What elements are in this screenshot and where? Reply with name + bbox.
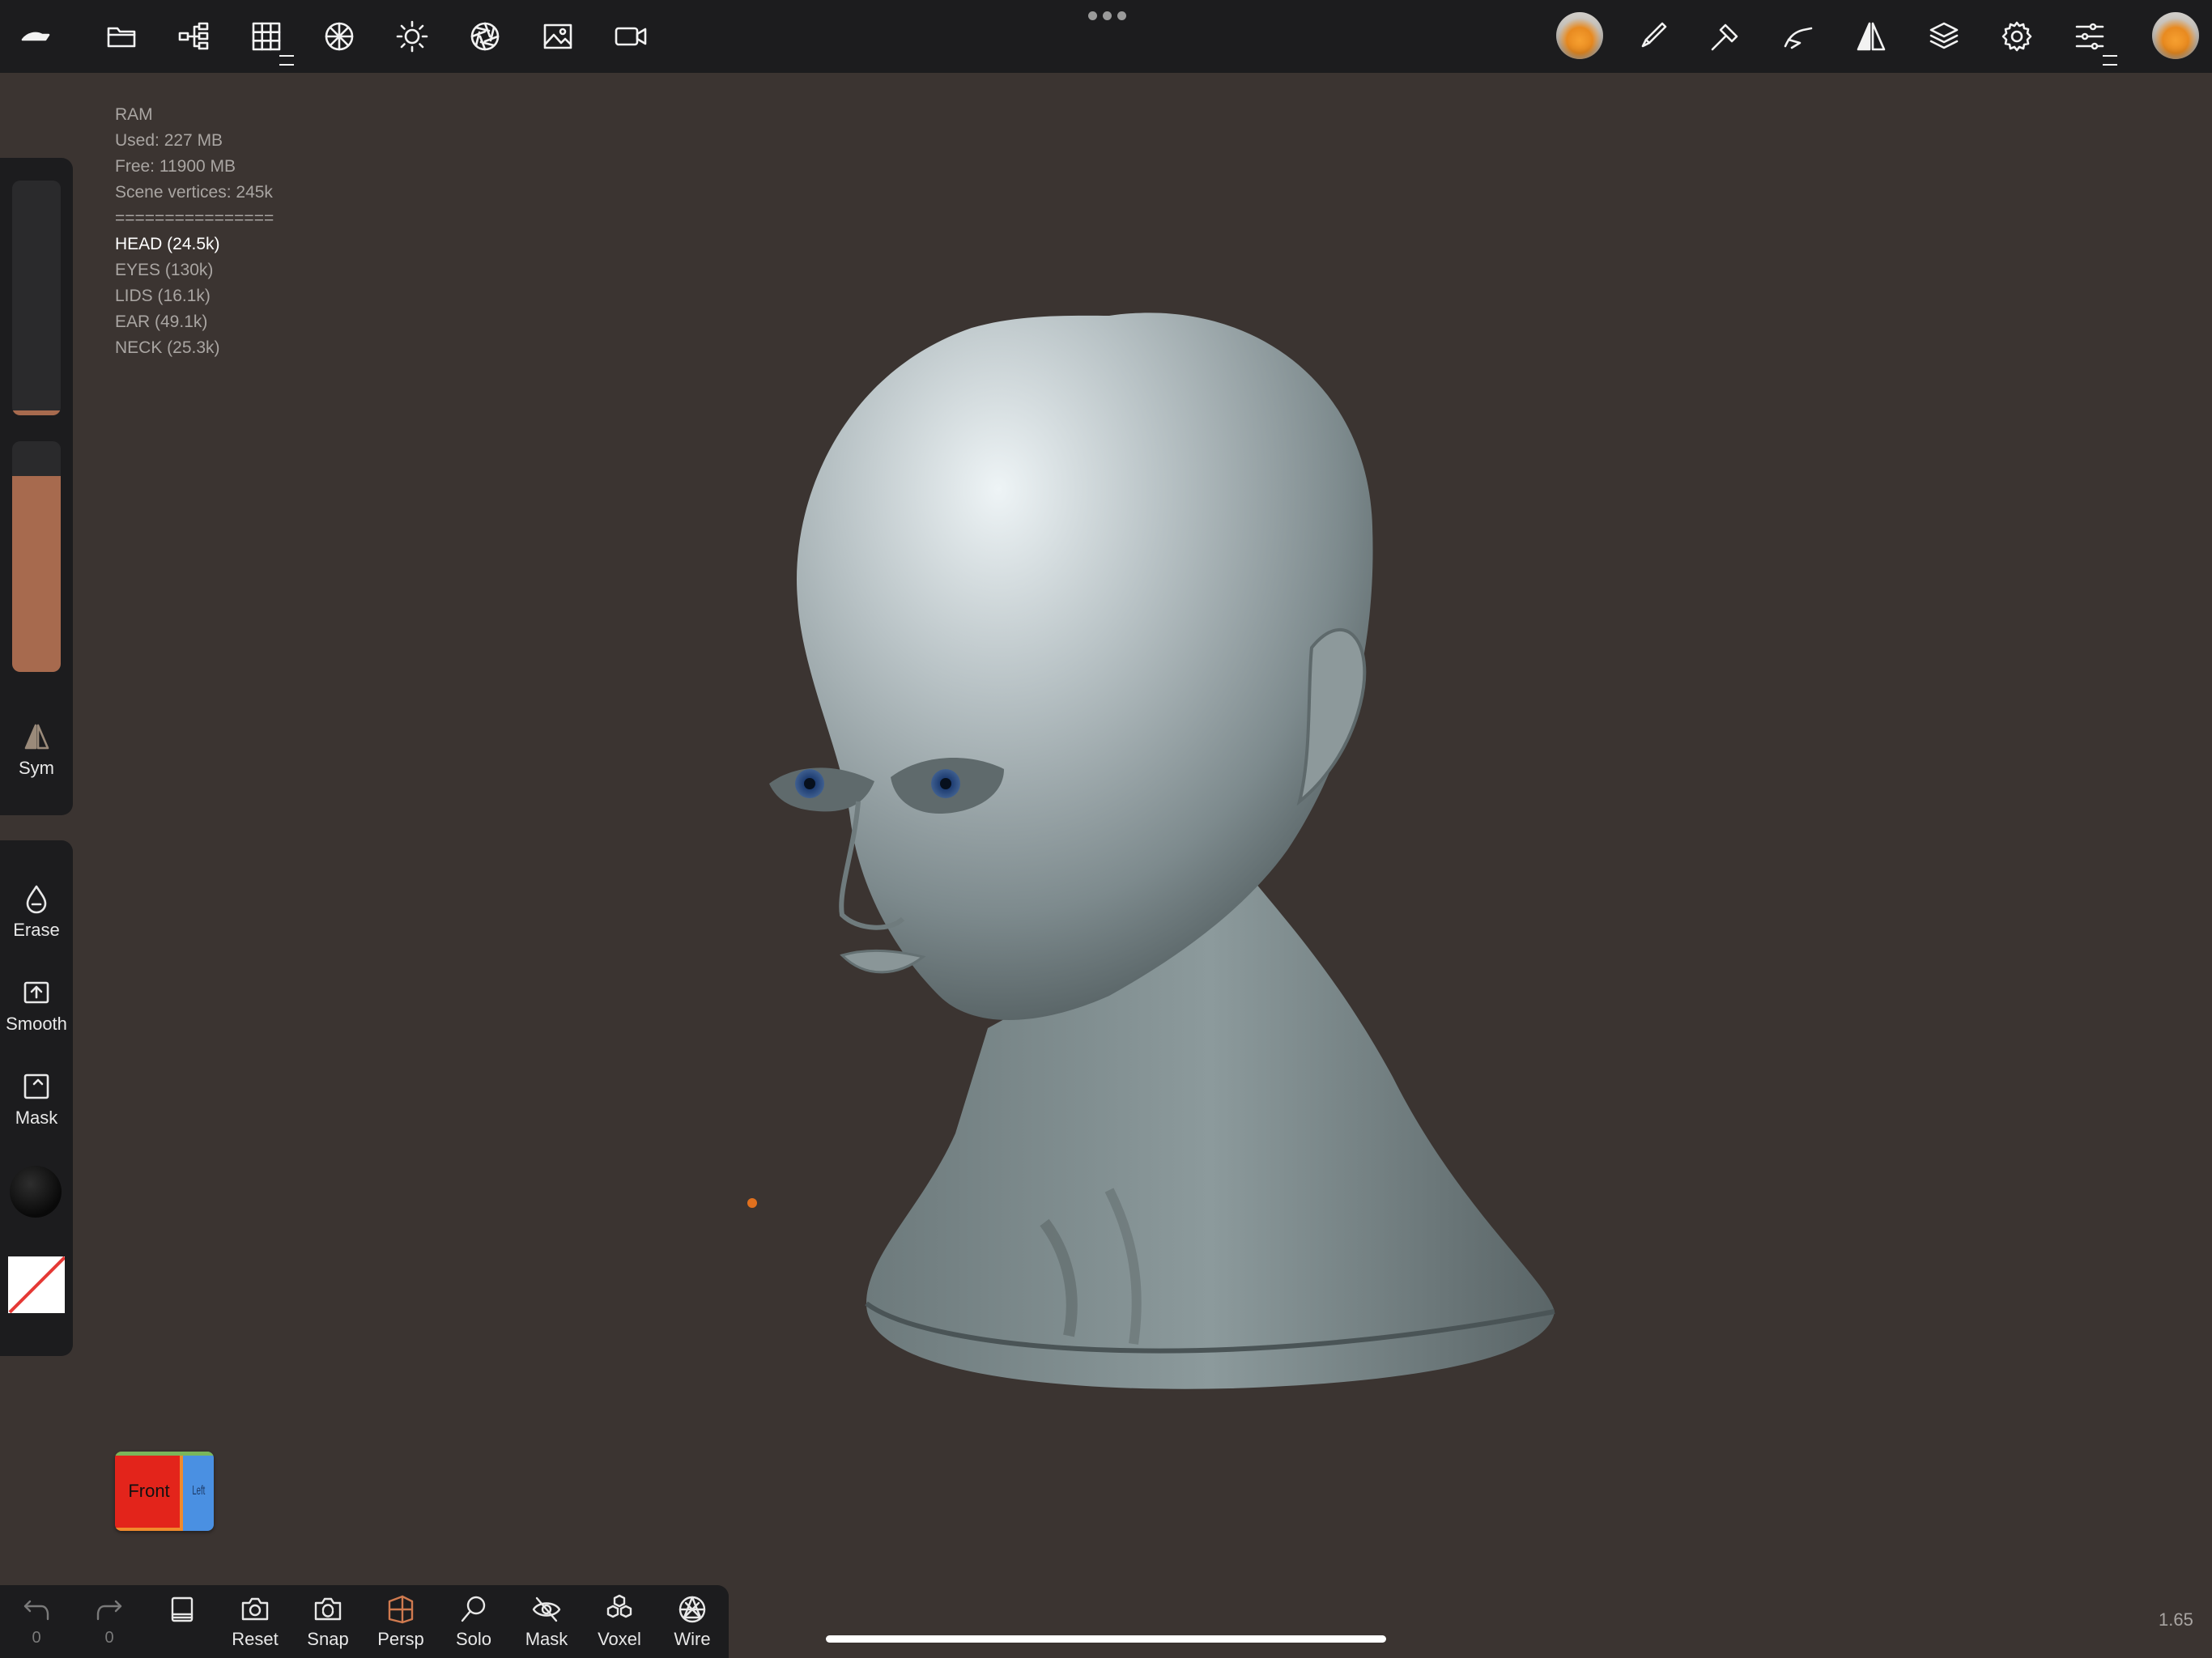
voxel-label: Voxel — [598, 1629, 641, 1649]
aperture-icon[interactable] — [462, 14, 508, 59]
folder-icon[interactable] — [99, 14, 144, 59]
undo-icon — [23, 1600, 49, 1621]
perspective-icon — [388, 1595, 414, 1624]
light-icon[interactable] — [389, 14, 435, 59]
voxel-icon — [606, 1594, 632, 1618]
home-indicator[interactable] — [826, 1635, 1386, 1643]
scene-stats: RAM Used: 227 MB Free: 11900 MB Scene ve… — [115, 102, 274, 361]
mask-visibility-label: Mask — [525, 1629, 568, 1649]
settings-icon[interactable] — [1994, 14, 2040, 59]
view-cube[interactable]: Front Left — [115, 1452, 214, 1531]
wireframe-icon — [678, 1596, 706, 1623]
top-toolbar — [0, 0, 2212, 73]
matcap-selector[interactable] — [10, 1166, 62, 1218]
brush-settings-panel: Sym — [0, 158, 73, 815]
radius-slider-fill — [12, 410, 61, 415]
wire-label: Wire — [674, 1629, 711, 1649]
viewport-model[interactable] — [729, 300, 1619, 1482]
alpha-selector[interactable] — [8, 1256, 65, 1313]
sym-label: Sym — [19, 758, 54, 778]
sym-button[interactable]: Sym — [0, 721, 73, 779]
intensity-slider[interactable] — [12, 441, 61, 672]
drop-icon — [26, 885, 47, 914]
sliders-icon[interactable] — [2067, 14, 2117, 66]
object-item[interactable]: NECK (25.3k) — [115, 335, 274, 361]
snap-label: Snap — [307, 1629, 349, 1649]
layers-icon[interactable] — [1921, 14, 1967, 59]
redo-icon — [96, 1600, 122, 1621]
erase-button[interactable]: Erase — [0, 882, 73, 941]
object-item[interactable]: LIDS (16.1k) — [115, 283, 274, 309]
view-cube-left-label: Left — [191, 1484, 206, 1498]
bottom-toolbar: 0 0 Reset Snap Persp Solo Mask Voxel Wir… — [0, 1585, 729, 1658]
camera-snap-icon — [314, 1597, 342, 1621]
intensity-slider-fill — [12, 475, 61, 672]
object-item[interactable]: HEAD (24.5k) — [115, 232, 274, 257]
stats-separator: ================ — [115, 209, 274, 227]
eye-slash-icon — [532, 1596, 561, 1622]
camera-icon[interactable] — [608, 14, 653, 59]
topology-icon[interactable] — [317, 14, 362, 59]
wire-button[interactable]: Wire — [656, 1593, 729, 1650]
scene-vertices: Scene vertices: 245k — [115, 183, 273, 202]
voxel-button[interactable]: Voxel — [583, 1593, 656, 1650]
radius-slider[interactable] — [12, 181, 61, 415]
snap-button[interactable]: Snap — [291, 1593, 364, 1650]
mask-icon — [23, 1073, 49, 1099]
app-logo-icon[interactable] — [13, 14, 58, 59]
search-icon — [461, 1596, 486, 1622]
ram-used: Used: 227 MB — [115, 131, 223, 150]
view-cube-left[interactable]: Left — [183, 1452, 214, 1531]
tool-shortcuts-panel: Erase Smooth Mask — [0, 840, 73, 1356]
symmetry-icon — [24, 724, 49, 750]
smooth-icon — [23, 981, 49, 1004]
stroke-icon[interactable] — [1776, 14, 1821, 59]
persp-button[interactable]: Persp — [364, 1593, 437, 1650]
pivot-point[interactable] — [747, 1198, 757, 1208]
smooth-button[interactable]: Smooth — [0, 976, 73, 1035]
solo-button[interactable]: Solo — [437, 1593, 510, 1650]
mask-button[interactable]: Mask — [0, 1070, 73, 1129]
camera-reset-icon — [241, 1597, 269, 1621]
smooth-label: Smooth — [6, 1014, 67, 1034]
redo-button[interactable]: 0 — [73, 1593, 146, 1647]
zoom-level: 1.65 — [2159, 1609, 2193, 1630]
ram-free: Free: 11900 MB — [115, 157, 236, 176]
brush-icon[interactable] — [1630, 14, 1675, 59]
scene-tree-icon[interactable] — [172, 14, 217, 59]
symmetry-icon[interactable] — [1848, 14, 1894, 59]
grid-icon[interactable] — [244, 14, 294, 66]
document-icon — [171, 1596, 194, 1622]
redo-count: 0 — [104, 1629, 114, 1647]
history-button[interactable] — [146, 1593, 219, 1629]
persp-label: Persp — [377, 1629, 424, 1649]
more-options-icon[interactable] — [1088, 11, 1127, 23]
mask-visibility-button[interactable]: Mask — [510, 1593, 583, 1650]
hammer-icon[interactable] — [1703, 14, 1748, 59]
solo-label: Solo — [455, 1629, 492, 1649]
undo-button[interactable]: 0 — [0, 1593, 73, 1647]
object-item[interactable]: EYES (130k) — [115, 257, 274, 283]
image-icon[interactable] — [535, 14, 581, 59]
reset-button[interactable]: Reset — [219, 1593, 291, 1650]
view-cube-top[interactable] — [115, 1452, 214, 1456]
material-ball-icon[interactable] — [2152, 12, 2199, 59]
undo-count: 0 — [32, 1629, 41, 1647]
material-ball-icon[interactable] — [1556, 12, 1603, 59]
reset-label: Reset — [232, 1629, 279, 1649]
erase-label: Erase — [13, 920, 60, 940]
view-cube-front[interactable]: Front — [115, 1452, 183, 1531]
object-item[interactable]: EAR (49.1k) — [115, 309, 274, 335]
ram-label: RAM — [115, 105, 153, 124]
mask-label: Mask — [15, 1107, 58, 1128]
